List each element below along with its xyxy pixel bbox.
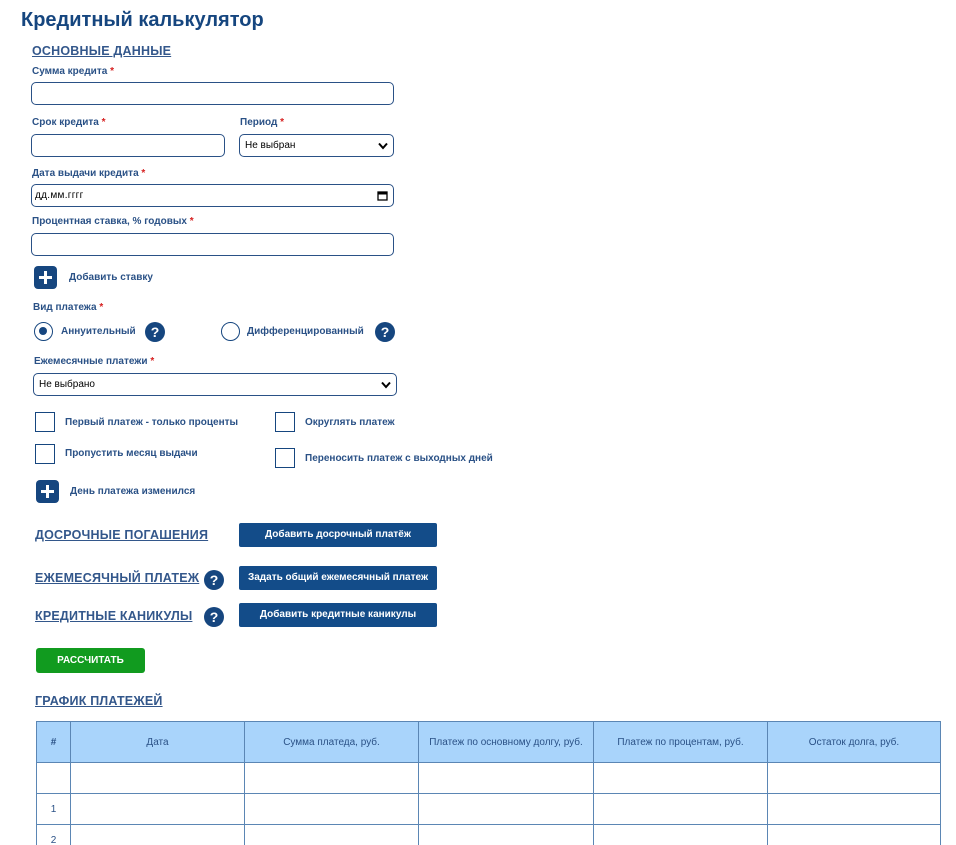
chevron-down-icon — [378, 142, 388, 150]
differentiated-help-icon[interactable]: ? — [375, 322, 395, 342]
skip-issue-month-label[interactable]: Пропустить месяц выдачи — [65, 448, 198, 459]
credit-holidays-help-icon[interactable]: ? — [204, 607, 224, 627]
loan-term-label: Срок кредита * — [32, 117, 106, 128]
column-number: # — [36, 721, 71, 763]
add-credit-holidays-button[interactable]: Добавить кредитные каникулы — [239, 603, 437, 627]
table-cell — [244, 762, 419, 794]
table-cell — [418, 793, 594, 825]
table-row: 2 — [36, 824, 941, 845]
table-cell — [418, 824, 594, 845]
period-select[interactable]: Не выбран — [239, 134, 394, 157]
table-cell: 1 — [36, 793, 71, 825]
annuity-radio[interactable] — [34, 322, 53, 341]
first-interest-only-checkbox[interactable] — [35, 412, 55, 432]
table-cell — [593, 793, 768, 825]
table-cell — [593, 762, 768, 794]
issue-date-input[interactable]: дд.мм.гггг — [31, 184, 394, 207]
round-payment-checkbox[interactable] — [275, 412, 295, 432]
table-cell: 2 — [36, 824, 71, 845]
issue-date-placeholder: дд.мм.гггг — [35, 190, 84, 201]
page-title: Кредитный калькулятор — [21, 9, 264, 31]
move-weekend-checkbox[interactable] — [275, 448, 295, 468]
early-repayments-heading[interactable]: ДОСРОЧНЫЕ ПОГАШЕНИЯ — [35, 528, 208, 542]
differentiated-label[interactable]: Дифференцированный — [247, 326, 364, 337]
credit-holidays-heading[interactable]: КРЕДИТНЫЕ КАНИКУЛЫ — [35, 609, 192, 623]
column-principal: Платеж по основному долгу, руб. — [418, 721, 594, 763]
first-interest-only-label[interactable]: Первый платеж - только проценты — [65, 417, 238, 428]
monthly-payment-heading[interactable]: ЕЖЕМЕСЯЧНЫЙ ПЛАТЕЖ — [35, 571, 199, 585]
add-early-payment-button[interactable]: Добавить досрочный платёж — [239, 523, 437, 547]
interest-rate-input[interactable] — [31, 233, 394, 256]
set-monthly-payment-button[interactable]: Задать общий ежемесячный платеж — [239, 566, 437, 590]
annuity-label[interactable]: Аннуительный — [61, 326, 136, 337]
table-cell — [593, 824, 768, 845]
table-cell — [767, 793, 941, 825]
table-cell — [418, 762, 594, 794]
table-cell — [36, 762, 71, 794]
issue-date-label: Дата выдачи кредита * — [32, 168, 146, 179]
payment-day-label[interactable]: День платежа изменился — [70, 486, 195, 497]
period-select-value: Не выбран — [245, 140, 296, 151]
table-row: 1 — [36, 793, 941, 825]
payment-schedule-table: # Дата Сумма платеда, руб. Платеж по осн… — [36, 721, 941, 845]
move-weekend-label[interactable]: Переносить платеж с выходных дней — [305, 453, 493, 464]
table-header-row: # Дата Сумма платеда, руб. Платеж по осн… — [36, 721, 941, 763]
table-cell — [767, 824, 941, 845]
add-rate-icon[interactable] — [34, 266, 57, 289]
chevron-down-icon — [381, 381, 391, 389]
differentiated-radio[interactable] — [221, 322, 240, 341]
loan-term-input[interactable] — [31, 134, 225, 157]
table-cell — [244, 793, 419, 825]
column-date: Дата — [70, 721, 245, 763]
payment-schedule-heading[interactable]: ГРАФИК ПЛАТЕЖЕЙ — [35, 694, 163, 708]
table-cell — [70, 762, 245, 794]
payment-day-add-icon[interactable] — [36, 480, 59, 503]
table-row — [36, 762, 941, 794]
table-cell — [767, 762, 941, 794]
column-balance: Остаток долга, руб. — [767, 721, 941, 763]
calendar-icon[interactable] — [377, 190, 388, 201]
monthly-payment-help-icon[interactable]: ? — [204, 570, 224, 590]
add-rate-label[interactable]: Добавить ставку — [69, 272, 153, 283]
monthly-payments-label: Ежемесячные платежи * — [34, 356, 155, 367]
monthly-payments-select[interactable]: Не выбрано — [33, 373, 397, 396]
skip-issue-month-checkbox[interactable] — [35, 444, 55, 464]
basic-data-heading[interactable]: ОСНОВНЫЕ ДАННЫЕ — [32, 44, 171, 58]
table-cell — [70, 793, 245, 825]
column-interest: Платеж по процентам, руб. — [593, 721, 768, 763]
loan-amount-input[interactable] — [31, 82, 394, 105]
round-payment-label[interactable]: Округлять платеж — [305, 417, 395, 428]
period-label: Период * — [240, 117, 285, 128]
table-cell — [244, 824, 419, 845]
interest-rate-label: Процентная ставка, % годовых * — [32, 216, 194, 227]
annuity-help-icon[interactable]: ? — [145, 322, 165, 342]
calculate-button[interactable]: РАССЧИТАТЬ — [36, 648, 145, 673]
monthly-payments-value: Не выбрано — [39, 379, 95, 390]
table-cell — [70, 824, 245, 845]
payment-type-label: Вид платежа * — [33, 302, 104, 313]
loan-amount-label: Сумма кредита * — [32, 66, 114, 77]
column-payment-sum: Сумма платеда, руб. — [244, 721, 419, 763]
